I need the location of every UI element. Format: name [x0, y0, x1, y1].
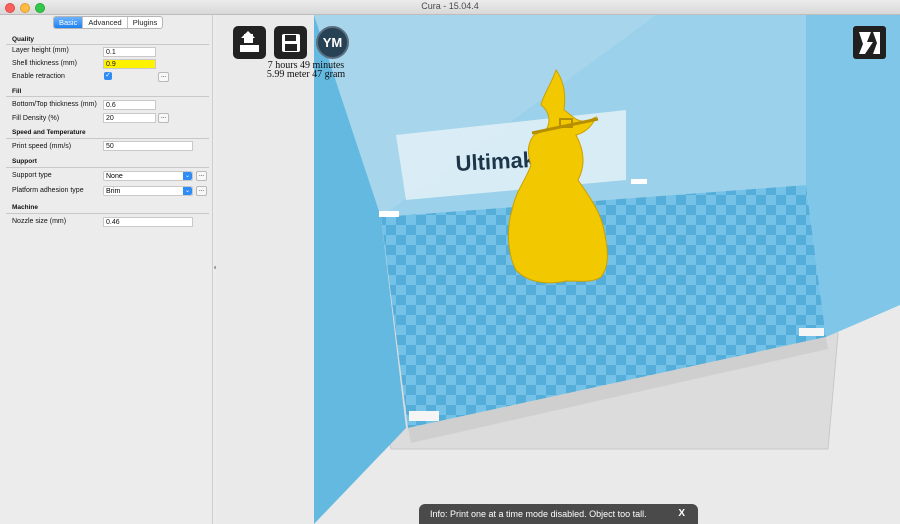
divider — [6, 213, 209, 214]
bed-clip — [631, 179, 647, 184]
window-title: Cura - 15.04.4 — [421, 1, 479, 11]
view-mode-icon — [859, 32, 880, 54]
divider — [6, 138, 209, 139]
settings-sidebar: Basic Advanced Plugins Quality Layer hei… — [0, 15, 213, 524]
close-notification-button[interactable]: X — [678, 504, 685, 524]
section-support: Support — [12, 158, 37, 165]
bed-clip — [379, 211, 399, 217]
section-machine: Machine — [12, 204, 39, 211]
support-type-label: Support type — [12, 172, 52, 179]
platform-adhesion-select[interactable]: Brim ⌄ — [103, 186, 193, 196]
notification-message: Info: Print one at a time mode disabled.… — [430, 509, 647, 519]
right-wall — [806, 15, 900, 337]
bed-clip — [409, 411, 439, 421]
bottom-top-thickness-input[interactable]: 0.6 — [103, 100, 156, 110]
section-fill: Fill — [12, 88, 22, 95]
nozzle-size-label: Nozzle size (mm) — [12, 218, 67, 225]
tab-plugins[interactable]: Plugins — [128, 17, 163, 28]
view-mode-button[interactable] — [853, 26, 886, 59]
load-model-button[interactable] — [233, 26, 266, 59]
info-notification: Info: Print one at a time mode disabled.… — [419, 504, 698, 524]
shell-thickness-input[interactable]: 0.9 — [103, 59, 156, 69]
title-bar: Cura - 15.04.4 — [0, 0, 900, 15]
print-material: 5.99 meter 47 gram — [266, 69, 346, 80]
enable-retraction-label: Enable retraction — [12, 73, 65, 80]
bed-clip — [799, 328, 824, 336]
tab-basic[interactable]: Basic — [54, 17, 84, 28]
divider — [6, 96, 209, 97]
divider — [6, 44, 209, 45]
platform-adhesion-value: Brim — [106, 188, 121, 195]
settings-tabs: Basic Advanced Plugins — [53, 16, 164, 29]
shell-thickness-label: Shell thickness (mm) — [12, 60, 77, 67]
support-settings-button[interactable]: ... — [196, 171, 207, 181]
print-stats: 7 hours 49 minutes 5.99 meter 47 gram — [246, 61, 366, 80]
chevron-down-icon: ⌄ — [183, 187, 192, 195]
divider — [6, 167, 209, 168]
chevron-down-icon: ⌄ — [183, 172, 192, 180]
build-volume-scene: Ultimaker — [314, 15, 900, 524]
fill-density-label: Fill Density (%) — [12, 115, 60, 122]
layer-height-input[interactable]: 0.1 — [103, 47, 156, 57]
load-icon — [240, 31, 259, 52]
adhesion-settings-button[interactable]: ... — [196, 186, 207, 196]
platform-adhesion-label: Platform adhesion type — [12, 187, 84, 194]
save-icon — [282, 34, 300, 52]
3d-viewport[interactable]: Ultimaker YM 7 hours 49 minutes 5.99 met… — [216, 15, 900, 524]
retraction-settings-button[interactable]: ... — [158, 72, 169, 82]
layer-height-label: Layer height (mm) — [12, 47, 69, 54]
support-type-select[interactable]: None ⌄ — [103, 171, 193, 181]
fill-density-input[interactable]: 20 — [103, 113, 156, 123]
fill-settings-button[interactable]: ... — [158, 113, 169, 123]
tab-advanced[interactable]: Advanced — [83, 17, 128, 28]
print-speed-input[interactable]: 50 — [103, 141, 193, 151]
section-speed-temperature: Speed and Temperature — [12, 129, 86, 136]
youmagine-button[interactable]: YM — [316, 26, 349, 59]
nozzle-size-input[interactable]: 0.46 — [103, 217, 193, 227]
save-gcode-button[interactable] — [274, 26, 307, 59]
print-speed-label: Print speed (mm/s) — [12, 143, 72, 150]
enable-retraction-checkbox[interactable]: ✓ — [104, 72, 112, 80]
section-quality: Quality — [12, 36, 35, 43]
support-type-value: None — [106, 173, 123, 180]
bottom-top-thickness-label: Bottom/Top thickness (mm) — [12, 101, 97, 108]
